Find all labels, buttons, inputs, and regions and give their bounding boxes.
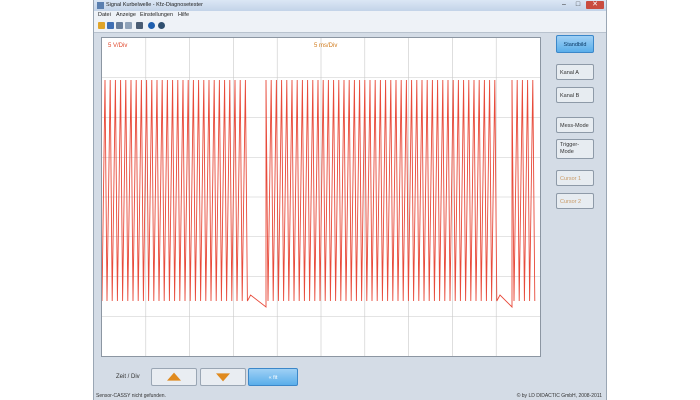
- oscilloscope-plot: [102, 38, 540, 356]
- signal-trace: [102, 79, 536, 309]
- menu-hilfe[interactable]: Hilfe: [178, 12, 189, 18]
- copy-icon[interactable]: [125, 22, 132, 29]
- time-decrease-button[interactable]: [200, 368, 246, 386]
- fit-button[interactable]: « fit: [248, 368, 298, 386]
- arrow-up-icon: [167, 372, 181, 381]
- arrow-down-icon: [216, 373, 230, 382]
- trigger-mode-button[interactable]: Trigger-Mode: [556, 139, 594, 159]
- menu-bar: Datei Anzeige Einstellungen Hilfe: [94, 11, 606, 20]
- info-icon[interactable]: [158, 22, 165, 29]
- zeit-div-label: Zeit / Div: [116, 374, 140, 380]
- time-increase-button[interactable]: [151, 368, 197, 386]
- status-message: Sensor-CASSY nicht gefunden.: [96, 393, 166, 399]
- minimize-button[interactable]: –: [558, 1, 570, 9]
- menu-datei[interactable]: Datei: [98, 12, 111, 18]
- close-button[interactable]: ✕: [586, 1, 604, 9]
- kanal-b-button[interactable]: Kanal B: [556, 87, 594, 103]
- settings-icon[interactable]: [136, 22, 143, 29]
- print-icon[interactable]: [116, 22, 123, 29]
- kanal-a-button[interactable]: Kanal A: [556, 64, 594, 80]
- volt-scale-label: 5 V/Div: [108, 43, 128, 49]
- app-icon: [97, 2, 104, 9]
- cursor-1-button[interactable]: Cursor 1: [556, 170, 594, 186]
- help-icon[interactable]: [148, 22, 155, 29]
- toolbar: [94, 20, 606, 33]
- standbild-button[interactable]: Standbild: [556, 35, 594, 53]
- app-window: Signal Kurbelwelle - Kfz-Diagnosetester …: [93, 0, 607, 400]
- oscilloscope-display[interactable]: 5 V/Div 5 ms/Div: [101, 37, 541, 357]
- window-title: Signal Kurbelwelle - Kfz-Diagnosetester: [106, 2, 203, 8]
- open-icon[interactable]: [98, 22, 105, 29]
- status-bar: Sensor-CASSY nicht gefunden. © by LD DID…: [94, 392, 606, 400]
- copyright-text: © by LD DIDACTIC GmbH, 2008-2011: [516, 393, 602, 399]
- bottom-controls: Zeit / Div « fit: [94, 360, 606, 392]
- menu-einstellungen[interactable]: Einstellungen: [140, 12, 173, 18]
- maximize-button[interactable]: □: [572, 1, 584, 9]
- title-bar: Signal Kurbelwelle - Kfz-Diagnosetester …: [94, 0, 606, 11]
- cursor-2-button[interactable]: Cursor 2: [556, 193, 594, 209]
- mess-mode-button[interactable]: Mess-Mode: [556, 117, 594, 133]
- time-scale-label: 5 ms/Div: [314, 43, 338, 49]
- menu-anzeige[interactable]: Anzeige: [116, 12, 136, 18]
- save-icon[interactable]: [107, 22, 114, 29]
